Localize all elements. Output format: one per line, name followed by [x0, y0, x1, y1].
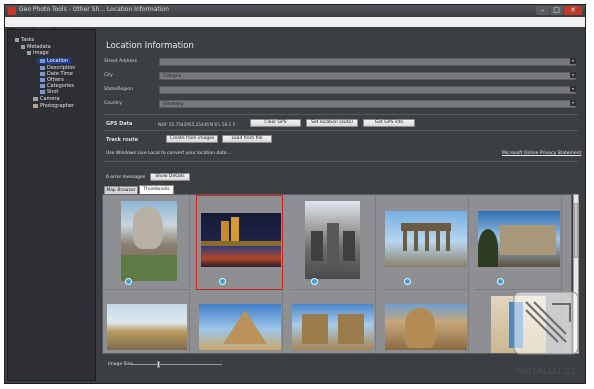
gps-pin-icon [219, 278, 226, 285]
image-size-slider-handle[interactable] [157, 361, 160, 368]
state-region-dropdown-icon[interactable]: ▾ [570, 86, 576, 92]
camera-icon [33, 96, 38, 101]
navigation-tree: Tasks Metadata Image Location Descriptio… [7, 29, 96, 381]
categories-icon [40, 83, 45, 88]
privacy-statement-link[interactable]: Microsoft Online Privacy Statement [502, 151, 581, 156]
show-details-button[interactable]: Show Details [150, 173, 190, 181]
scrollbar-thumb[interactable] [574, 203, 578, 258]
thumbnail-image[interactable] [201, 213, 281, 267]
gps-data-label: GPS Data [106, 121, 133, 127]
city-label: City [104, 73, 113, 78]
tree-item-location[interactable]: Location [37, 58, 72, 64]
photographer-icon [33, 103, 38, 108]
thumbnail-image[interactable] [121, 201, 177, 281]
street-address-field[interactable] [159, 58, 576, 66]
error-messages-text: 6 error messages [106, 175, 146, 180]
create-from-images-button[interactable]: Create from images [166, 135, 218, 143]
divider [104, 130, 578, 131]
get-gps-info-button[interactable]: Get GPS info [363, 119, 415, 127]
tree-item-camera[interactable]: Camera [33, 96, 60, 102]
country-label: Country [104, 101, 122, 106]
description-icon [40, 65, 45, 70]
thumbnail-image[interactable] [385, 211, 467, 267]
thumbnail-image[interactable] [305, 201, 360, 279]
thumbnail-cell[interactable] [103, 290, 190, 353]
country-dropdown-icon[interactable]: ▾ [570, 100, 576, 106]
set-location-button[interactable]: Set location (auto) [306, 119, 358, 127]
state-region-field[interactable] [159, 86, 576, 94]
divider [104, 161, 578, 162]
tab-thumbnails[interactable]: Thumbnails [139, 185, 174, 194]
expander-icon[interactable] [15, 37, 19, 42]
city-field[interactable]: Cologne [159, 72, 576, 80]
street-address-dropdown-icon[interactable]: ▾ [570, 58, 576, 64]
track-route-label: Track route [106, 137, 138, 143]
thumbnail-cell[interactable] [475, 195, 562, 290]
maximize-button[interactable]: □ [550, 6, 563, 15]
thumbnail-cell[interactable] [103, 195, 190, 290]
title-bar[interactable]: Geo Photo Tools - Other Sh... Location I… [5, 5, 585, 17]
window-title: Geo Photo Tools - Other Sh... Location I… [19, 6, 169, 13]
thumbnail-cell[interactable] [382, 195, 469, 290]
image-size-slider-track[interactable] [130, 364, 222, 365]
date-time-icon [40, 71, 45, 76]
expander-icon[interactable] [27, 50, 31, 55]
menu-bar: FileViewToolsHelp [5, 17, 585, 34]
tree-item-shot[interactable]: Shot [40, 89, 58, 95]
minimize-button[interactable]: – [536, 6, 549, 15]
city-dropdown-icon[interactable]: ▾ [570, 72, 576, 78]
street-address-label: Street Address [104, 59, 138, 64]
close-button[interactable]: ✕ [564, 6, 582, 15]
state-region-label: State/Region [104, 87, 133, 92]
watermark: INSTALUJ.CZ [504, 290, 588, 376]
app-window: Geo Photo Tools - Other Sh... Location I… [4, 4, 586, 384]
thumbnail-image[interactable] [199, 304, 281, 350]
tree-item-image[interactable]: Image [27, 50, 49, 56]
thumbnail-image[interactable] [292, 304, 374, 350]
tree-item-photographer[interactable]: Photographer [33, 103, 74, 109]
shot-icon [40, 89, 45, 94]
thumbnail-image[interactable] [107, 304, 187, 350]
tab-map-browser[interactable]: Map Browser [104, 186, 138, 194]
clear-gps-button[interactable]: Clear GPS [250, 119, 301, 127]
thumbnail-grid [102, 194, 572, 354]
location-icon [40, 58, 45, 63]
thumbnail-cell[interactable] [196, 290, 283, 353]
watermark-text: INSTALUJ.CZ [515, 366, 577, 376]
page-title: Location Information [106, 41, 194, 51]
load-from-file-button[interactable]: Load from file [222, 135, 272, 143]
thumbnail-cell[interactable] [289, 195, 376, 290]
thumbnail-cell[interactable] [289, 290, 376, 353]
gps-pin-icon [497, 278, 504, 285]
thumbnail-image[interactable] [385, 304, 467, 350]
watermark-logo-icon [513, 291, 579, 355]
divider [104, 114, 578, 115]
gps-pin-icon [404, 278, 411, 285]
country-field[interactable]: Germany [159, 100, 576, 108]
thumbnail-cell[interactable] [382, 290, 469, 353]
thumbnail-image[interactable] [478, 211, 560, 267]
expander-icon[interactable] [21, 44, 25, 49]
app-icon [8, 7, 16, 15]
others-icon [40, 77, 45, 82]
thumbnail-cell[interactable] [196, 195, 283, 290]
windows-live-hint: Use Windows Live Local to convert your l… [106, 151, 231, 156]
tree-item-tasks[interactable]: Tasks [15, 37, 34, 43]
gps-pin-icon [311, 278, 318, 285]
gps-pin-icon [125, 278, 132, 285]
gps-value: N49' 55.7542955.25446'N 6'L 58.1 5 [158, 122, 236, 127]
